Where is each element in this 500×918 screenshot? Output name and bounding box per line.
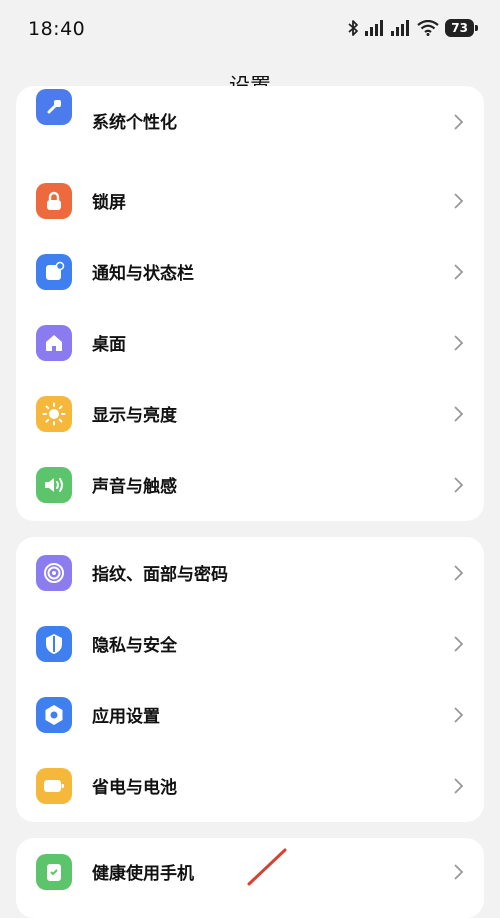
setting-label: 锁屏 [92,193,126,213]
setting-label: 应用设置 [92,707,160,727]
setting-label: 健康使用手机 [92,864,194,884]
status-bar: 18:40 73 [0,0,500,60]
app-settings-icon [36,696,72,733]
setting-item-privacy[interactable]: 隐私与安全 [16,608,484,679]
chevron-right-icon [454,777,464,794]
battery-indicator: 73 [445,19,478,37]
wifi-icon [417,20,439,36]
chevron-right-icon [454,263,464,280]
setting-label: 省电与电池 [92,778,177,798]
setting-item-notifications[interactable]: 通知与状态栏 [16,236,484,307]
status-icons: 73 [347,19,478,37]
setting-label: 通知与状态栏 [92,264,194,284]
setting-label: 声音与触感 [92,477,177,497]
lock-icon [36,182,72,219]
notification-icon [36,253,72,290]
chevron-right-icon [454,635,464,652]
sun-icon [36,395,72,432]
speaker-icon [36,466,72,503]
chevron-right-icon [454,564,464,581]
chevron-right-icon [454,334,464,351]
signal-icon-2 [391,20,410,36]
setting-item-battery[interactable]: 省电与电池 [16,750,484,821]
setting-item-biometrics[interactable]: 指纹、面部与密码 [16,537,484,608]
chevron-right-icon [454,863,464,880]
status-time: 18:40 [28,18,86,40]
signal-icon [365,20,384,36]
setting-item-personalization[interactable]: 系统个性化 [16,89,484,165]
palette-icon [36,89,72,125]
chevron-right-icon [454,405,464,422]
health-icon [36,853,72,890]
setting-label: 指纹、面部与密码 [92,565,228,585]
chevron-right-icon [454,706,464,723]
battery-icon [36,767,72,804]
setting-label: 显示与亮度 [92,406,177,426]
bluetooth-icon [348,20,359,36]
setting-label: 系统个性化 [92,113,177,133]
settings-group-2: 指纹、面部与密码 隐私与安全 应用设置 省电与电池 [16,537,484,822]
red-annotation-stroke [247,848,287,886]
setting-item-desktop[interactable]: 桌面 [16,307,484,378]
settings-group-1: 系统个性化 锁屏 通知与状态栏 桌面 显示与亮度 声音与触感 [16,86,484,521]
setting-item-display[interactable]: 显示与亮度 [16,378,484,449]
chevron-right-icon [454,192,464,209]
chevron-right-icon [454,114,464,130]
home-icon [36,324,72,361]
fingerprint-icon [36,554,72,591]
setting-label: 桌面 [92,335,126,355]
shield-icon [36,625,72,662]
chevron-right-icon [454,476,464,493]
setting-item-sound[interactable]: 声音与触感 [16,449,484,520]
setting-item-app-settings[interactable]: 应用设置 [16,679,484,750]
setting-item-lockscreen[interactable]: 锁屏 [16,165,484,236]
setting-label: 隐私与安全 [92,636,177,656]
